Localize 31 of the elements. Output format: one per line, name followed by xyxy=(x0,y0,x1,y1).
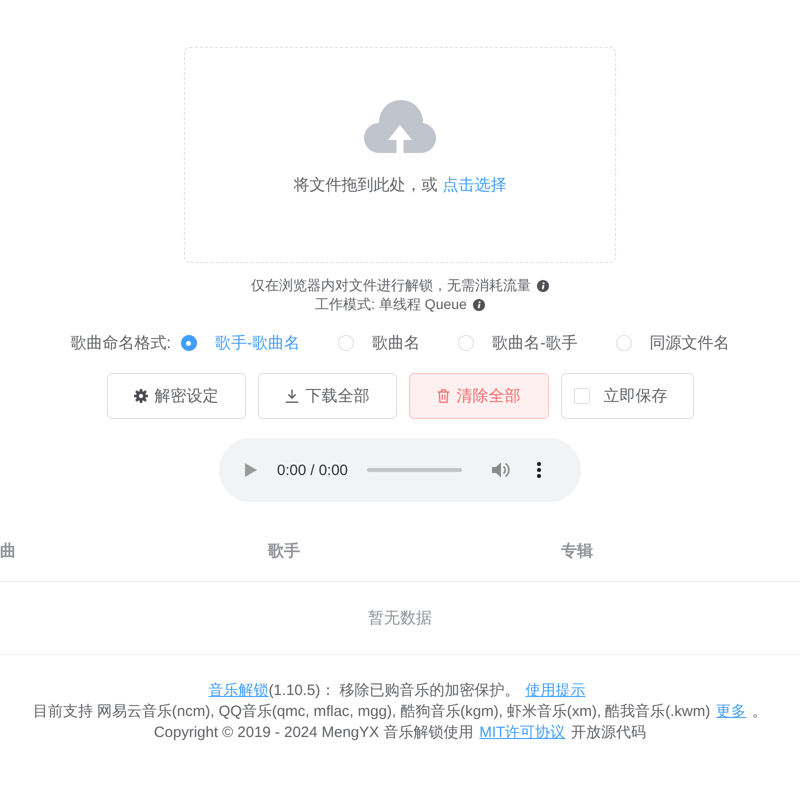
download-all-button[interactable]: 下载全部 xyxy=(258,373,396,419)
more-options-icon[interactable] xyxy=(536,462,541,478)
footer-text: Copyright © 2019 - 2024 MengYX 音乐解锁使用 MIT许可协议 开放源代码 xyxy=(154,723,646,743)
checkbox[interactable] xyxy=(574,388,590,404)
radio-option[interactable]: 歌曲名-歌手 xyxy=(458,332,578,354)
column-header: 曲 xyxy=(0,543,16,560)
time-display: 0:00 / 0:00 xyxy=(277,462,348,478)
footer-text: 音乐解锁(1.10.5)： 移除已购音乐的加密保护。 使用提示 xyxy=(208,681,586,701)
gear-icon xyxy=(134,389,148,403)
progress-track[interactable] xyxy=(366,468,462,472)
radio-circle[interactable] xyxy=(180,335,197,351)
info-icon[interactable] xyxy=(472,298,485,310)
play-icon[interactable] xyxy=(245,463,257,477)
settings-button[interactable]: 解密设定 xyxy=(106,373,246,419)
trash-icon xyxy=(436,389,450,403)
naming-format-label: 歌曲命名格式: xyxy=(70,334,171,354)
upload-prompt: 将文件拖到此处，或 点击选择 xyxy=(294,176,506,196)
info-icon[interactable] xyxy=(537,280,549,292)
column-header: 歌手 xyxy=(268,543,300,560)
footer-text: 目前支持 网易云音乐(ncm), QQ音乐(qmc, mflac, mgg), 酷狗音乐(kgm), 虾米音乐(xm), 酷我音乐(.kwm) 更多 。 xyxy=(32,702,768,722)
download-icon xyxy=(284,389,298,403)
volume-icon[interactable] xyxy=(492,462,510,478)
hint-text: 工作模式: 单线程 Queue xyxy=(315,295,467,314)
upload-dropzone[interactable]: 将文件拖到此处，或 点击选择 xyxy=(184,47,616,263)
cloud-upload-icon xyxy=(364,100,436,153)
empty-message: 暂无数据 xyxy=(368,608,432,628)
radio-option[interactable]: 歌曲名 xyxy=(338,332,420,354)
save-now-checkbox-button[interactable]: 立即保存 xyxy=(560,373,694,419)
column-header: 专辑 xyxy=(561,543,593,560)
hint-text: 仅在浏览器内对文件进行解锁，无需消耗流量 xyxy=(251,276,531,295)
radio-option[interactable]: 同源文件名 xyxy=(616,332,730,354)
